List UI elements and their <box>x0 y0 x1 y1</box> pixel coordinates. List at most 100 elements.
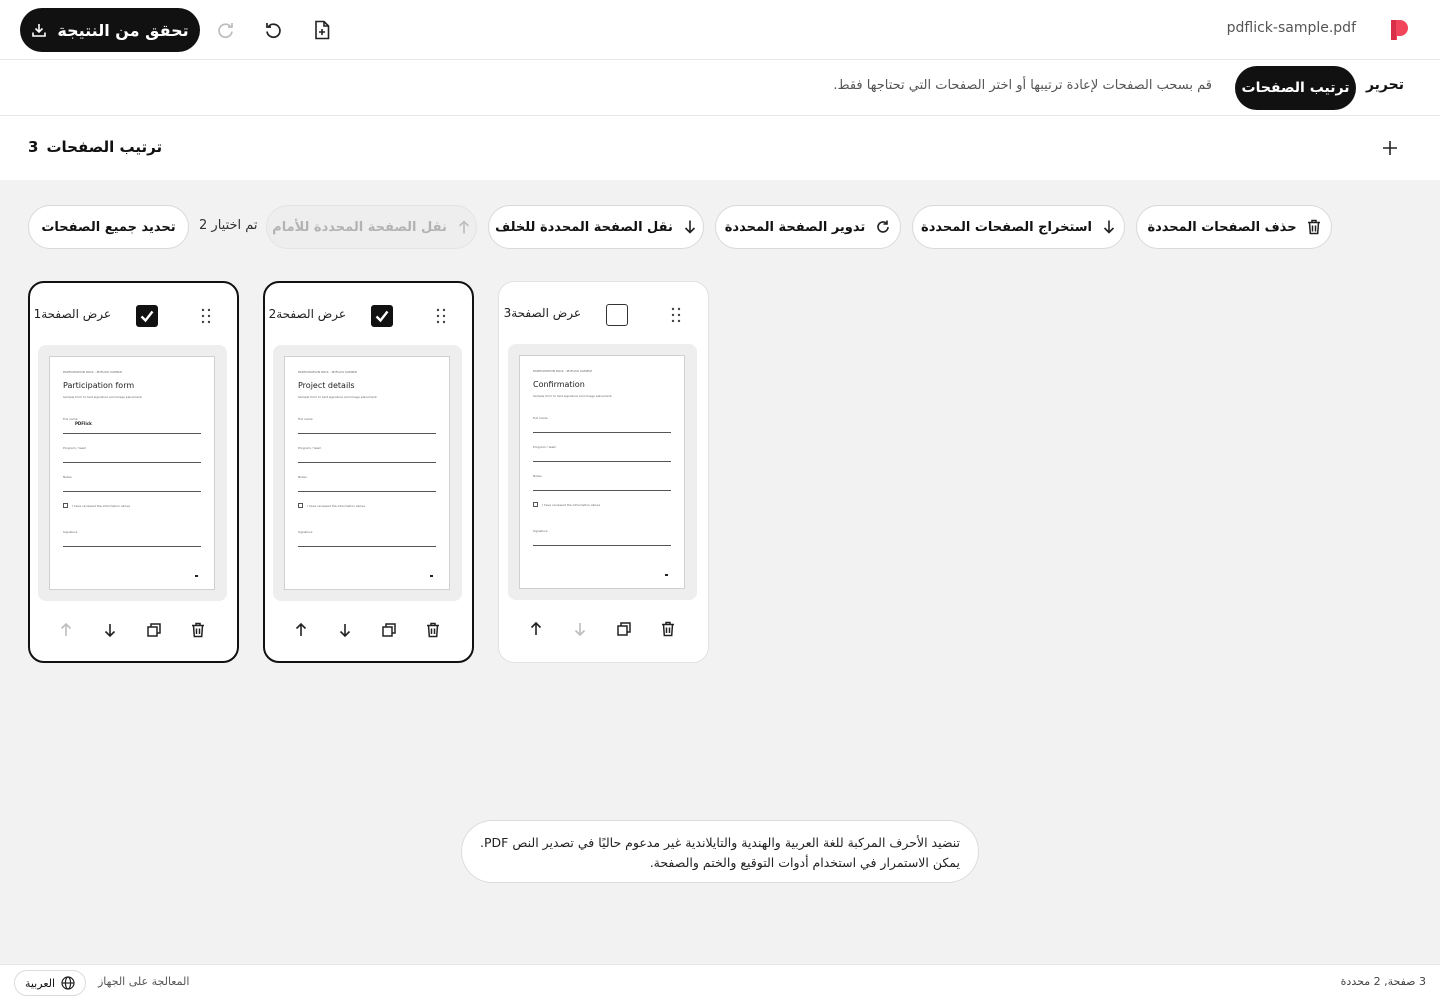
thumb-title: Confirmation <box>533 380 585 389</box>
mode-bar: تحرير ترتيب الصفحات قم بسحب الصفحات لإعا… <box>0 60 1440 116</box>
font-support-notice: تنضيد الأحرف المركبة للغة العربية والهند… <box>461 820 979 883</box>
thumb-field-value: PDFlick <box>75 421 92 426</box>
language-label: العربية <box>24 976 56 990</box>
thumb-header: PARTICIPATION PACK - PDFLICK SAMPLE <box>533 369 593 373</box>
thumb-checkbox-label: I have reviewed the information above <box>307 504 366 508</box>
thumb-field-line <box>298 491 436 492</box>
move-forward-button[interactable]: نقل الصفحة المحددة للأمام <box>266 205 477 249</box>
selection-status: 3 صفحة, 2 محددة <box>1340 975 1426 988</box>
thumb-field-line <box>533 432 671 433</box>
move-forward-label: نقل الصفحة المحددة للأمام <box>272 219 447 235</box>
rotate-selected-button[interactable]: تدوير الصفحة المحددة <box>715 205 901 249</box>
duplicate-icon[interactable] <box>615 620 633 638</box>
mode-hint-text: قم بسحب الصفحات لإعادة ترتيبها أو اختر ا… <box>833 78 1212 93</box>
page-card[interactable]: عرض الصفحة3 PARTICIPATION PACK - PDFLICK… <box>498 281 709 663</box>
thumb-field-label: Program / team <box>533 445 557 449</box>
page-thumbnail[interactable]: PARTICIPATION PACK - PDFLICK SAMPLE Part… <box>38 345 227 601</box>
move-down-button[interactable] <box>336 621 354 639</box>
page-preview: PARTICIPATION PACK - PDFLICK SAMPLE Conf… <box>519 355 685 589</box>
processing-mode: المعالجة على الجهاز <box>98 975 190 988</box>
thumb-checkbox <box>63 503 68 508</box>
move-back-button[interactable]: نقل الصفحة المحددة للخلف <box>488 205 704 249</box>
thumb-page-mark <box>195 575 198 577</box>
thumb-field-line <box>63 462 201 463</box>
globe-icon <box>61 976 75 990</box>
page-select-checkbox[interactable] <box>606 304 628 326</box>
select-all-button[interactable]: تحديد جميع الصفحات <box>28 205 189 249</box>
thumb-signature-line <box>533 545 671 546</box>
delete-selected-label: حذف الصفحات المحددة <box>1147 219 1297 235</box>
thumb-checkbox-label: I have reviewed the information above <box>72 504 131 508</box>
check-icon <box>374 308 390 324</box>
thumb-subtitle: Sample form to test signature and image … <box>298 395 377 399</box>
duplicate-icon[interactable] <box>145 621 163 639</box>
notice-line-2: يمكن الاستمرار في استخدام أدوات التوقيع … <box>649 855 960 870</box>
plus-icon[interactable] <box>1380 138 1400 158</box>
thumb-signature-label: Signature <box>533 529 548 533</box>
status-bar: 3 صفحة, 2 محددة المعالجة على الجهاز العر… <box>0 964 1440 1000</box>
duplicate-icon[interactable] <box>380 621 398 639</box>
thumb-subtitle: Sample form to test signature and image … <box>63 395 142 399</box>
extract-selected-button[interactable]: استخراج الصفحات المحددة <box>912 205 1125 249</box>
page-view-label: عرض الصفحة1 <box>33 307 111 321</box>
thumb-title: Participation form <box>63 381 135 390</box>
section-title-label: ترتيب الصفحات <box>46 138 163 156</box>
thumb-field-line <box>63 433 201 434</box>
select-all-label: تحديد جميع الصفحات <box>41 219 176 235</box>
page-thumbnail[interactable]: PARTICIPATION PACK - PDFLICK SAMPLE Conf… <box>508 344 697 600</box>
tab-edit[interactable]: تحرير <box>1366 77 1404 93</box>
drag-handle-icon[interactable] <box>199 307 213 325</box>
page-select-checkbox[interactable] <box>371 305 393 327</box>
thumb-signature-label: Signature <box>298 530 313 534</box>
thumb-field-label: Program / team <box>63 446 87 450</box>
thumb-field-line <box>533 490 671 491</box>
trash-icon[interactable] <box>424 621 442 639</box>
page-select-checkbox[interactable] <box>136 305 158 327</box>
thumb-signature-label: Signature <box>63 530 78 534</box>
brand-logo-icon[interactable] <box>1388 18 1410 42</box>
thumb-checkbox-label: I have reviewed the information above <box>542 503 601 507</box>
page-card[interactable]: عرض الصفحة2 PARTICIPATION PACK - PDFLICK… <box>263 281 474 663</box>
notice-line-1: تنضيد الأحرف المركبة للغة العربية والهند… <box>480 835 960 850</box>
move-down-button[interactable] <box>101 621 119 639</box>
file-name: pdflick-sample.pdf <box>1226 20 1356 36</box>
page-view-label: عرض الصفحة3 <box>503 306 581 320</box>
thumb-signature-line <box>298 546 436 547</box>
move-up-button[interactable] <box>292 621 310 639</box>
thumb-header: PARTICIPATION PACK - PDFLICK SAMPLE <box>63 370 123 374</box>
drag-handle-icon[interactable] <box>434 307 448 325</box>
drag-handle-icon[interactable] <box>669 306 683 324</box>
thumb-field-label: Full name <box>533 416 548 420</box>
undo-icon[interactable] <box>261 18 285 42</box>
thumb-subtitle: Sample form to test signature and image … <box>533 394 612 398</box>
move-up-button[interactable] <box>527 620 545 638</box>
trash-icon <box>1307 219 1321 235</box>
thumb-field-label: Full name <box>298 417 313 421</box>
language-button[interactable]: العربية <box>14 970 86 996</box>
check-result-label: تحقق من النتيجة <box>57 20 189 40</box>
check-icon <box>139 308 155 324</box>
thumb-page-mark <box>665 574 668 576</box>
thumb-title: Project details <box>298 381 355 390</box>
add-file-icon[interactable] <box>310 18 334 42</box>
delete-selected-button[interactable]: حذف الصفحات المحددة <box>1136 205 1332 249</box>
redo-icon[interactable] <box>214 18 238 42</box>
thumb-field-line <box>533 461 671 462</box>
tab-organize-pages[interactable]: ترتيب الصفحات <box>1235 66 1356 110</box>
page-card[interactable]: عرض الصفحة1 PARTICIPATION PACK - PDFLICK… <box>28 281 239 663</box>
move-up-button[interactable] <box>57 621 75 639</box>
trash-icon[interactable] <box>189 621 207 639</box>
thumb-signature-line <box>63 546 201 547</box>
extract-selected-label: استخراج الصفحات المحددة <box>921 219 1092 235</box>
rotate-icon <box>875 219 891 235</box>
check-result-button[interactable]: تحقق من النتيجة <box>20 8 200 52</box>
trash-icon[interactable] <box>659 620 677 638</box>
top-bar: pdflick-sample.pdf تحقق من النتيجة <box>0 0 1440 60</box>
page-thumbnail[interactable]: PARTICIPATION PACK - PDFLICK SAMPLE Proj… <box>273 345 462 601</box>
move-down-button[interactable] <box>571 620 589 638</box>
thumb-checkbox <box>533 502 538 507</box>
thumb-field-line <box>298 433 436 434</box>
page-count: 3 <box>28 138 39 156</box>
arrow-down-icon <box>683 219 697 235</box>
page-preview: PARTICIPATION PACK - PDFLICK SAMPLE Part… <box>49 356 215 590</box>
